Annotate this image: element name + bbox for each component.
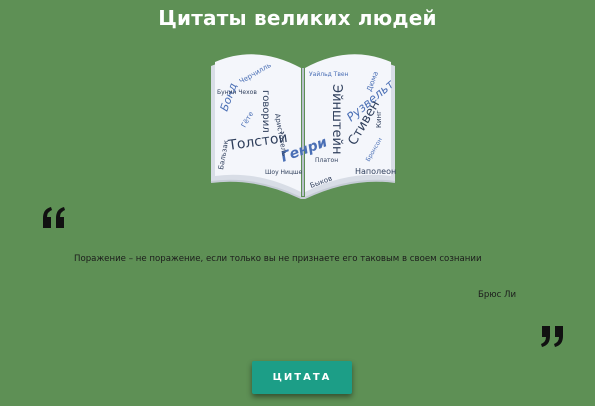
close-quote-icon <box>538 324 566 348</box>
svg-text:говорил: говорил <box>260 90 271 133</box>
svg-text:Эйнштейн: Эйнштейн <box>329 84 344 154</box>
open-quote-icon <box>40 206 68 230</box>
page-title: Цитаты великих людей <box>158 6 437 30</box>
new-quote-button[interactable]: ЦИТАТА <box>252 361 352 394</box>
svg-text:Кинг: Кинг <box>375 110 383 128</box>
book-word-cloud-icon: Толстой говорил Бонд Генри Черчилль Баль… <box>205 42 401 200</box>
quote-author: Брюс Ли <box>478 290 517 300</box>
svg-text:Уайльд Твен: Уайльд Твен <box>309 71 349 78</box>
quote-text: Поражение – не поражение, если только вы… <box>74 254 482 264</box>
svg-text:Наполеон: Наполеон <box>355 167 396 176</box>
svg-text:Платон: Платон <box>315 157 338 164</box>
svg-text:Шоу Ницше: Шоу Ницше <box>265 169 303 176</box>
svg-text:Бунин Чехов: Бунин Чехов <box>217 89 257 96</box>
